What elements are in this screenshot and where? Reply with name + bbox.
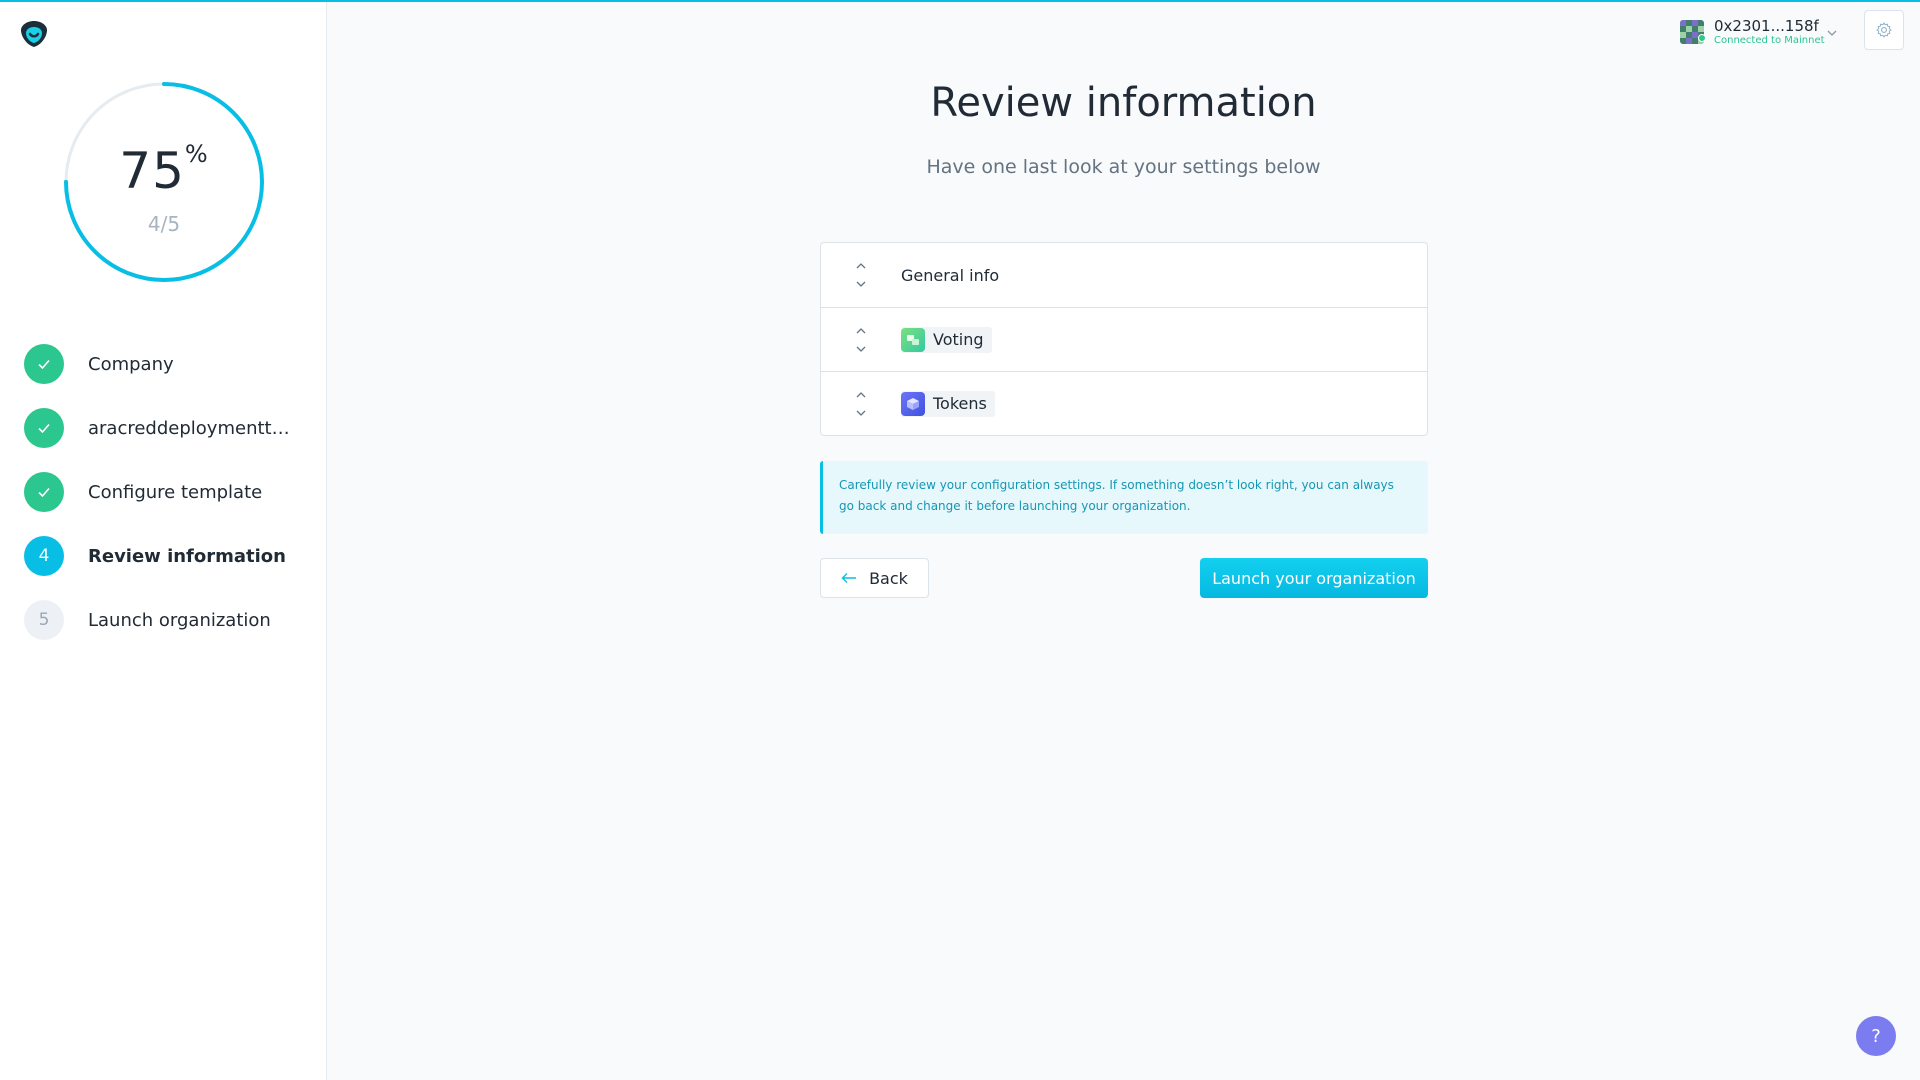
app-tag-tokens: Tokens [901,390,995,417]
account-text: 0x2301...158f Connected to Mainnet [1714,16,1825,47]
info-callout: Carefully review your configuration sett… [820,461,1428,534]
step-label: aracreddeploymenttesti... [88,417,298,439]
step-launch-organization: 5 Launch organization [24,600,324,640]
chevron-down-icon[interactable] [1826,24,1838,43]
check-icon [38,423,50,434]
step-aracred[interactable]: aracreddeploymenttesti... [24,408,324,448]
expand-toggle-icon[interactable] [821,308,901,372]
step-number-badge: 4 [24,536,64,576]
percent-sign: % [184,140,209,168]
step-label: Launch organization [88,609,271,631]
section-label: General info [901,265,1000,285]
back-button[interactable]: Back [820,558,929,598]
network-status: Connected to Mainnet [1714,34,1825,46]
account-button[interactable]: 0x2301...158f Connected to Mainnet [1680,14,1840,50]
check-icon [38,487,50,498]
tokens-app-icon [901,391,925,416]
help-button[interactable]: ? [1856,1016,1896,1056]
connection-status-dot [1698,34,1706,42]
step-label: Configure template [88,481,263,503]
expand-toggle-icon[interactable] [821,372,901,436]
step-company[interactable]: Company [24,344,324,384]
check-icon [38,359,50,370]
page-title: Review information [930,80,1317,126]
step-review-information[interactable]: 4 Review information [24,536,324,576]
launch-organization-button[interactable]: Launch your organization [1200,558,1428,598]
account-address: 0x2301...158f [1714,16,1819,35]
arrow-left-icon [841,573,857,583]
voting-app-icon [901,327,925,352]
progress-count: 4/5 [147,212,181,236]
aragon-logo[interactable] [18,18,50,50]
gear-icon [1876,22,1892,38]
launch-button-label: Launch your organization [1212,568,1416,588]
progress-percent: 75% [119,140,209,200]
expand-toggle-icon[interactable] [821,243,901,307]
settings-button[interactable] [1864,10,1904,50]
step-done-badge [24,344,64,384]
page-subtitle: Have one last look at your settings belo… [926,156,1321,178]
step-label: Review information [88,545,286,567]
app-tag-voting: Voting [901,326,992,353]
step-done-badge [24,472,64,512]
step-label: Company [88,353,174,375]
section-label: Tokens [933,394,987,413]
section-tokens[interactable]: Tokens [821,371,1427,435]
step-done-badge [24,408,64,448]
section-voting[interactable]: Voting [821,307,1427,371]
section-general-info[interactable]: General info [821,243,1427,307]
step-number-badge: 5 [24,600,64,640]
back-button-label: Back [869,568,908,588]
review-sections: General info Voting Tokens [820,242,1428,436]
section-label: Voting [933,330,984,349]
step-configure-template[interactable]: Configure template [24,472,324,512]
